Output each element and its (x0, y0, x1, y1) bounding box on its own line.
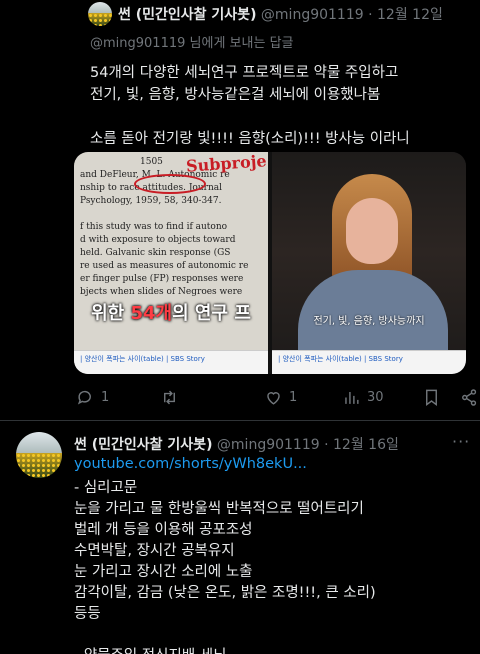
youtube-link[interactable]: youtube.com/shorts/yWh8ekU... (74, 456, 307, 472)
video-info-text: | 양산이 폭파는 사이(table) | SBS Story (278, 355, 403, 363)
caption-part: 위한 (91, 303, 131, 324)
bookmark-icon (426, 389, 437, 407)
tweet-text-line: - 약물주입 정신지배 세뇌 (74, 646, 474, 654)
dot-separator: · (368, 7, 373, 23)
tweet-divider (0, 420, 480, 421)
reply-to-handle[interactable]: @ming901119 (90, 36, 185, 51)
doc-line: f this study was to find if autono (80, 222, 228, 232)
doc-line: er finger pulse (FP) responses were (80, 274, 244, 284)
doc-line: bjects when slides of Negroes were (80, 287, 243, 297)
dot-separator: · (324, 437, 329, 453)
tweet-date[interactable]: 12월 12일 (377, 7, 443, 23)
tweet-actions: 1 1 30 (74, 388, 477, 410)
doc-line (80, 208, 268, 221)
avatar[interactable] (16, 432, 62, 478)
video-still-image[interactable]: 전기, 빛, 음향, 방사능까지 | 양산이 폭파는 사이(table) | S… (272, 152, 466, 374)
caption-highlight: 54개 (130, 303, 173, 324)
tweet-header: 썬 (민간인사찰 기사봇) @ming901119 · 12월 12일 (118, 4, 443, 24)
author-handle[interactable]: @ming901119 (261, 7, 364, 23)
heart-icon (267, 392, 280, 405)
reply-icon (77, 390, 91, 405)
doc-line: held. Galvanic skin response (GS (80, 248, 231, 258)
more-options-icon[interactable]: ··· (452, 432, 470, 451)
retweet-icon (164, 390, 175, 405)
media-grid: 1505 and DeFleur, M. L. Autonomic re nsh… (74, 152, 466, 374)
bookmark-button[interactable] (422, 388, 441, 407)
author-name[interactable]: 썬 (민간인사찰 기사봇) (118, 7, 256, 23)
tweet-date[interactable]: 12월 16일 (333, 437, 399, 453)
reply-button[interactable]: 1 (76, 388, 109, 407)
view-count: 30 (367, 390, 384, 405)
tweet-text-line: 소름 돋아 전기랑 빛!!!! 음향(소리)!!! 방사능 이라니 (90, 131, 410, 147)
share-button[interactable] (460, 388, 479, 407)
tweet-text-line: 수면박탈, 장시간 공복유지 (74, 543, 235, 559)
video-info-text: | 양산이 폭파는 사이(table) | SBS Story (80, 355, 205, 363)
like-count: 1 (289, 390, 298, 405)
tweet-text-line: - 심리고문 (74, 480, 138, 496)
tweet-text: - 심리고문 눈을 가리고 물 한방울씩 반복적으로 떨어트리기 벌레 개 등을… (74, 478, 474, 654)
tweet-text-line: 전기, 빛, 음향, 방사능같은걸 세뇌에 이용했나봄 (90, 87, 381, 103)
retweet-button[interactable] (160, 388, 185, 407)
tweet-text-line: 눈을 가리고 물 한방울씩 반복적으로 떨어트리기 (74, 501, 364, 517)
reply-context: @ming901119 님에게 보내는 답글 (90, 32, 293, 51)
reply-count: 1 (101, 390, 110, 405)
tweet-header: 썬 (민간인사찰 기사봇) @ming901119 · 12월 16일 (74, 434, 399, 454)
tweet-text-line: 감각이탈, 감금 (낮은 온도, 밝은 조명!!!, 큰 소리) (74, 585, 376, 601)
share-icon (462, 389, 477, 406)
video-info-bar: | 양산이 폭파는 사이(table) | SBS Story (272, 350, 466, 374)
red-circle-annotation (134, 174, 206, 194)
author-handle[interactable]: @ming901119 (217, 437, 320, 453)
doc-line: re used as measures of autonomic re (80, 261, 249, 271)
views-button[interactable]: 30 (342, 388, 384, 407)
views-chart-icon (345, 391, 359, 404)
tweet-text-line: 벌레 개 등을 이용해 공포조성 (74, 522, 253, 538)
avatar[interactable] (88, 2, 112, 26)
reply-to-suffix: 님에게 보내는 답글 (185, 36, 294, 51)
caption-part: 의 연구 프 (172, 303, 251, 324)
doc-line: d with exposure to objects toward (80, 235, 236, 245)
tweet-text-line: 54개의 다양한 세뇌연구 프로젝트로 약물 주입하고 (90, 65, 399, 81)
tweet-text-line: 등등 (74, 606, 101, 622)
video-subtitle: 전기, 빛, 음향, 방사능까지 (313, 316, 425, 327)
person-face (346, 198, 398, 264)
author-name[interactable]: 썬 (민간인사찰 기사봇) (74, 437, 212, 453)
video-caption: 위한 54개의 연구 프 (74, 299, 268, 325)
tweet-text: 54개의 다양한 세뇌연구 프로젝트로 약물 주입하고 전기, 빛, 음향, 방… (90, 62, 470, 150)
like-button[interactable]: 1 (264, 388, 297, 407)
document-screenshot-image[interactable]: 1505 and DeFleur, M. L. Autonomic re nsh… (74, 152, 268, 374)
video-info-bar: | 양산이 폭파는 사이(table) | SBS Story (74, 350, 268, 374)
tweet-text-line: 눈 가리고 장시간 소리에 노출 (74, 564, 253, 580)
doc-line: Psychology, 1959, 58, 340-347. (80, 196, 222, 206)
